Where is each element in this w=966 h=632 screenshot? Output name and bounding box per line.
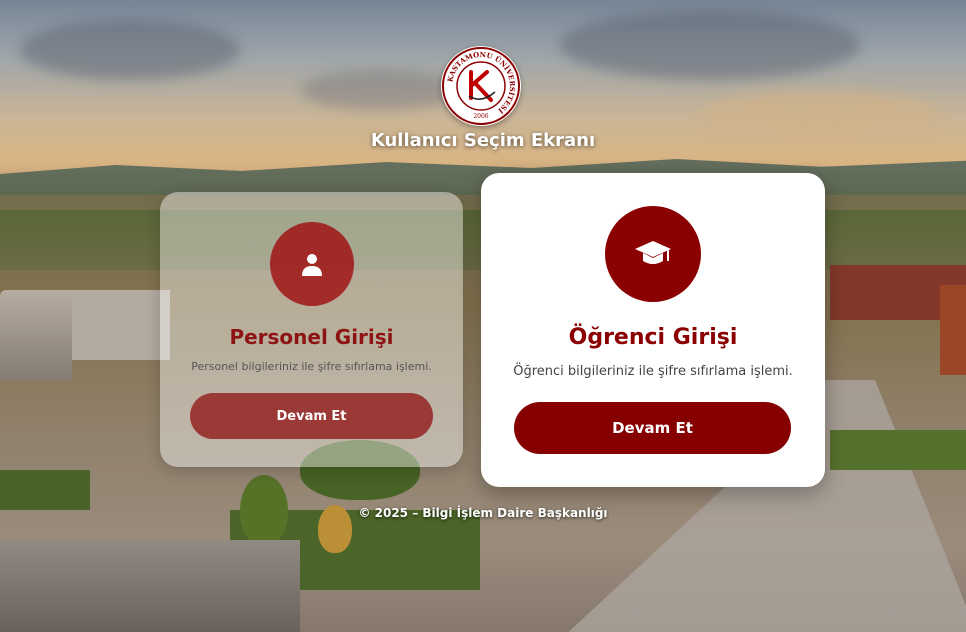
page-title: Kullanıcı Seçim Ekranı: [370, 130, 596, 151]
university-logo: KASTAMONU ÜNİVERSİTESİ 2006: [441, 46, 521, 126]
graduation-cap-icon: [605, 206, 701, 302]
user-icon: [270, 222, 354, 306]
student-continue-button[interactable]: Devam Et: [514, 402, 791, 454]
footer-copyright: © 2025 – Bilgi İşlem Daire Başkanlığı: [358, 506, 608, 520]
student-card-description: Öğrenci bilgileriniz ile şifre sıfırlama…: [513, 364, 793, 379]
student-login-card[interactable]: Öğrenci Girişi Öğrenci bilgileriniz ile …: [481, 173, 825, 487]
student-card-title: Öğrenci Girişi: [568, 325, 738, 350]
staff-card-description: Personel bilgileriniz ile şifre sıfırlam…: [191, 360, 432, 373]
staff-card-title: Personel Girişi: [229, 325, 394, 349]
logo-year: 2006: [473, 113, 488, 120]
staff-login-card[interactable]: Personel Girişi Personel bilgileriniz il…: [160, 192, 463, 467]
staff-continue-button[interactable]: Devam Et: [190, 393, 433, 439]
